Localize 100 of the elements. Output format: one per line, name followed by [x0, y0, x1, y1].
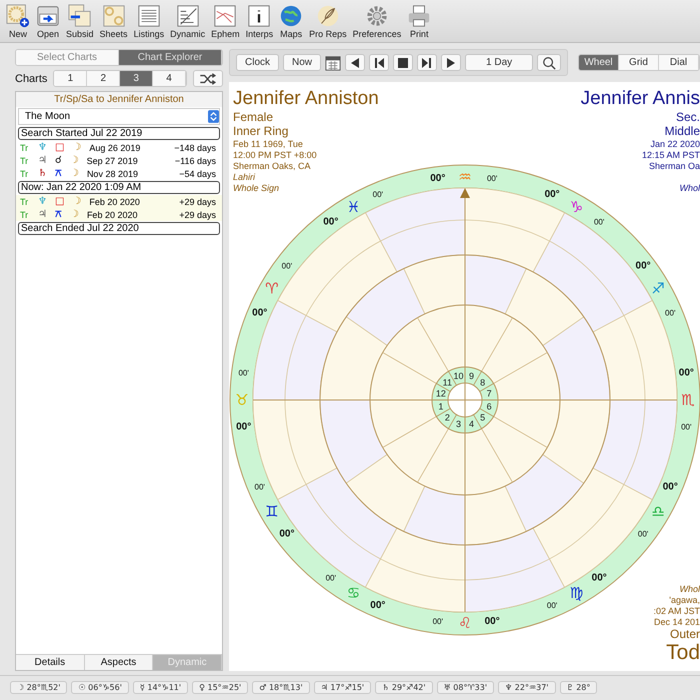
sign-minute: 00': [546, 600, 558, 610]
planet-position: ☉ 06°♑56': [71, 680, 129, 694]
clock-button[interactable]: Clock: [236, 54, 280, 71]
house-number: 10: [454, 370, 464, 381]
chart-detail: :02 AM JST: [653, 606, 700, 616]
chart-setting: Whol: [679, 584, 700, 594]
now-button[interactable]: Now: [283, 54, 322, 71]
skip-back-icon: [374, 58, 384, 68]
last-button[interactable]: [417, 54, 438, 71]
stop-button[interactable]: [393, 54, 414, 71]
planet-glyph: ♃: [38, 210, 47, 220]
sign-minute: 00': [638, 530, 648, 539]
view-tab[interactable]: Wheel: [579, 55, 619, 70]
target-glyph: ☽: [70, 156, 79, 166]
event-row[interactable]: Tr ♃ ⚻ ☽ Feb 20 2020 +29 days: [16, 208, 222, 221]
feather-icon: [316, 4, 340, 28]
toolbar-button[interactable]: New: [4, 4, 32, 42]
toolbar-button[interactable]: Pro Reps: [307, 4, 349, 42]
event-type: Tr: [20, 142, 30, 152]
chart-label: Female: [233, 110, 274, 124]
sign-degree: 00°: [236, 422, 252, 433]
search-marker: Now: Jan 22 2020 1:09 AM: [18, 181, 220, 194]
back-button[interactable]: [345, 54, 366, 71]
chart-setting: Whole Sign: [233, 183, 280, 193]
toolbar-button[interactable]: Print: [405, 4, 434, 42]
sign-degree: 00°: [370, 600, 386, 611]
shuffle-button[interactable]: [193, 70, 223, 87]
chart-label: Outer: [670, 627, 700, 641]
planet-glyph: ♄: [38, 168, 47, 178]
house-number: 1: [438, 401, 444, 412]
house-number: 6: [486, 401, 492, 412]
zodiac-sign-glyph: ♎: [651, 502, 665, 520]
chart-tab[interactable]: 3: [120, 71, 154, 86]
planet-glyph: ♆: [38, 196, 47, 206]
panel-tab[interactable]: Details: [16, 655, 85, 670]
target-glyph: ☽: [72, 196, 82, 206]
toolbar-button[interactable]: Preferences: [350, 4, 404, 42]
event-days: −54 days: [148, 168, 222, 178]
chart-label: Sec.: [676, 110, 700, 124]
info-icon: [247, 4, 272, 28]
zodiac-sign-glyph: ♉: [235, 391, 249, 409]
line-graph-icon: [213, 4, 238, 28]
toolbar-button[interactable]: Maps: [277, 4, 306, 42]
aspect-glyph: ⚻: [54, 168, 62, 178]
skip-forward-icon: [422, 58, 432, 68]
planet-dropdown[interactable]: The Moon: [18, 108, 220, 125]
mode-tab[interactable]: Chart Explorer: [119, 50, 222, 65]
panel-tab[interactable]: Aspects: [84, 655, 154, 670]
house-number: 9: [468, 370, 474, 381]
sign-degree: 00°: [662, 482, 678, 493]
house-number: 7: [486, 388, 492, 399]
sign-minute: 00': [238, 368, 249, 378]
zodiac-sign-glyph: ♌: [458, 614, 472, 632]
left-triangle-icon: [350, 58, 360, 68]
chart-name: Jennifer Annis: [580, 88, 700, 110]
chart-detail: Sherman Oa: [648, 161, 700, 171]
sign-degree: 00°: [544, 189, 560, 200]
house-number: 12: [436, 388, 446, 399]
toolbar-button[interactable]: Sheets: [98, 4, 130, 42]
first-button[interactable]: [369, 54, 390, 71]
event-days: −148 days: [151, 142, 222, 152]
toolbar-button[interactable]: Listings: [132, 4, 166, 42]
toolbar-button[interactable]: Ephem: [209, 4, 242, 42]
search-button[interactable]: [537, 54, 562, 71]
sign-degree: 00°: [636, 260, 651, 272]
aspect-glyph: ⚻: [54, 210, 62, 220]
chart-name: Jennifer Anniston: [233, 88, 379, 110]
sign-minute: 00': [372, 190, 384, 200]
gear-icon: [364, 4, 389, 28]
zodiac-sign-glyph: ♐: [651, 280, 665, 298]
forward-button[interactable]: [441, 54, 462, 71]
chart-tab[interactable]: 1: [54, 71, 88, 86]
event-date: Feb 20 2020: [89, 196, 141, 206]
search-icon: [542, 56, 556, 70]
planet-glyph: ♃: [38, 156, 47, 166]
step-field[interactable]: 1 Day: [465, 54, 534, 71]
zodiac-sign-glyph: ♒: [458, 168, 472, 186]
zodiac-sign-glyph: ♊: [265, 502, 279, 520]
search-marker: Search Ended Jul 22 2020: [18, 222, 220, 235]
zodiac-sign-glyph: ♈: [265, 280, 279, 298]
event-date: Aug 26 2019: [89, 142, 142, 152]
toolbar-button[interactable]: Interps: [244, 4, 276, 42]
zodiac-sign-glyph: ♋: [346, 584, 360, 602]
calendar-icon[interactable]: [325, 54, 342, 70]
chart-setting: Lahiri: [233, 172, 256, 182]
house-number: 11: [442, 377, 452, 388]
event-date: Feb 20 2020: [86, 210, 138, 220]
zodiac-sign-glyph: ♑: [570, 198, 584, 216]
graph-icon: [176, 4, 200, 28]
event-row[interactable]: Tr ♆ □ ☽ Feb 20 2020 +29 days: [16, 195, 222, 208]
sign-minute: 00': [432, 616, 444, 626]
chart-detail: 12:00 PM PST +8:00: [233, 150, 317, 160]
zodiac-sign-glyph: ♓: [346, 198, 360, 216]
toolbar-button[interactable]: Dynamic: [168, 4, 208, 42]
toolbar-button[interactable]: Open: [34, 4, 62, 42]
toolbar-button[interactable]: Subsid: [64, 4, 96, 42]
chart-label: Middle: [664, 124, 700, 138]
sign-degree: 00°: [430, 173, 446, 184]
sign-degree: 00°: [592, 572, 607, 584]
planet-position: ♄ 29°♐42': [375, 680, 433, 694]
